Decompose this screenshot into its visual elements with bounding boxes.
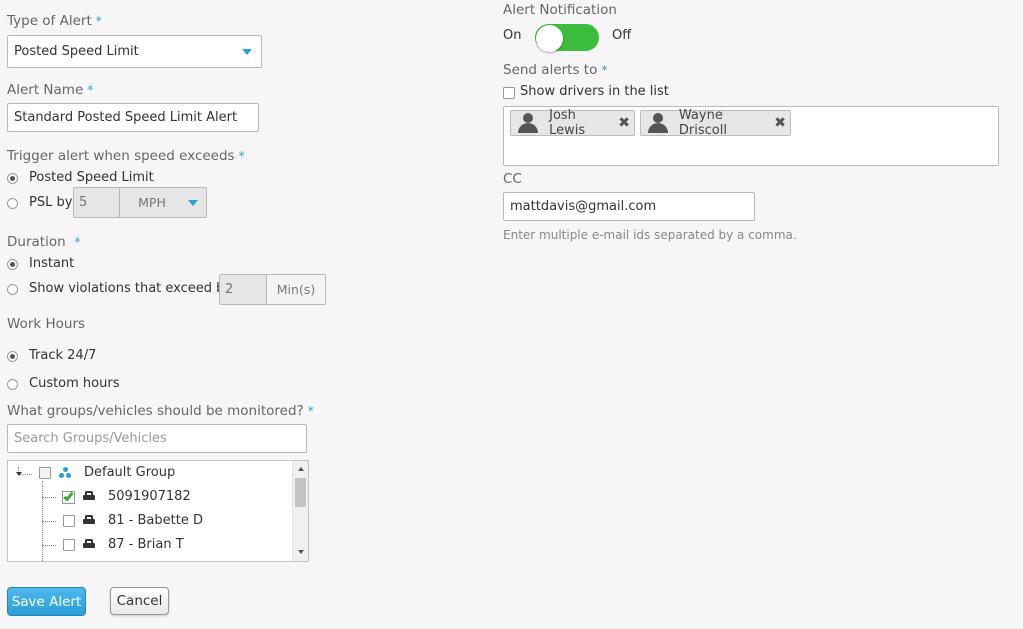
required-mark: * [307,404,314,418]
radio-posted-speed-limit-label: Posted Speed Limit [29,170,154,185]
required-mark: * [601,63,608,77]
person-icon [645,113,669,133]
exceed-unit: Min(s) [267,275,325,304]
alert-name-input[interactable]: Standard Posted Speed Limit Alert [7,103,259,132]
tree-connector [42,545,56,546]
trigger-label: Trigger alert when speed exceeds * [7,148,245,164]
recipients-box[interactable]: Josh Lewis ✖ Wayne Driscoll ✖ [503,106,999,166]
search-groups-input[interactable]: Search Groups/Vehicles [7,424,307,453]
radio-custom-hours[interactable] [7,379,18,390]
tree-connector [42,497,56,498]
remove-recipient-icon[interactable]: ✖ [774,115,786,131]
work-hours-label: Work Hours [7,316,86,332]
save-alert-button[interactable]: Save Alert [7,587,86,616]
radio-custom-hours-label: Custom hours [29,376,120,391]
group-checkbox[interactable] [39,467,51,479]
required-mark: * [95,14,102,28]
required-mark: * [74,235,81,249]
type-of-alert-value: Posted Speed Limit [14,44,139,59]
check-icon [63,490,74,502]
duration-label: Duration * [7,234,81,250]
radio-track-24-7[interactable] [7,351,18,362]
psl-unit-select[interactable]: MPH [120,188,206,217]
exceed-by-group: 2 Min(s) [219,274,326,305]
toggle-off-label: Off [612,28,632,43]
toggle-on-label: On [503,28,522,43]
recipient-name: Josh Lewis [549,108,586,138]
car-icon [83,539,95,549]
person-icon [515,113,539,133]
vehicle-checkbox[interactable] [63,515,75,527]
remove-recipient-icon[interactable]: ✖ [618,115,630,131]
send-alerts-to-label: Send alerts to * [503,62,608,78]
radio-track-24-7-label: Track 24/7 [29,348,97,363]
radio-instant[interactable] [7,259,18,270]
show-drivers-label: Show drivers in the list [520,84,669,99]
radio-psl-by-label: PSL by [29,195,73,210]
radio-posted-speed-limit[interactable] [7,173,18,184]
groups-label: What groups/vehicles should be monitored… [7,403,314,419]
vehicle-checkbox-checked[interactable] [62,490,75,504]
vehicle-checkbox[interactable] [63,539,75,551]
chevron-down-icon [242,49,252,55]
group-icon [59,467,73,479]
radio-show-violations[interactable] [7,284,18,295]
exceed-value-input[interactable]: 2 [220,275,267,304]
car-icon [83,491,95,501]
radio-dot [10,354,15,359]
radio-instant-label: Instant [29,256,75,271]
recipient-tag: Josh Lewis ✖ [510,108,635,138]
radio-show-violations-label: Show violations that exceed by [29,281,233,296]
chevron-down-icon [188,200,198,206]
cc-hint: Enter multiple e-mail ids separated by a… [503,228,797,242]
required-mark: * [238,149,245,163]
alert-name-label: Alert Name * [7,82,94,98]
radio-dot [10,262,15,267]
scroll-down-icon[interactable] [298,550,304,554]
required-mark: * [87,83,94,97]
type-of-alert-label: Type of Alert * [7,13,102,29]
groups-tree: Default Group 5091907182 81 - Babette D … [7,460,309,562]
cancel-button[interactable]: Cancel [110,587,169,615]
vehicle-label: 87 - Brian T [108,537,184,552]
type-of-alert-select[interactable]: Posted Speed Limit [7,35,262,68]
scroll-thumb[interactable] [295,478,306,507]
notification-toggle[interactable] [535,24,599,52]
recipient-name: Wayne Driscoll [678,108,727,138]
vehicle-label: 81 - Babette D [108,513,203,528]
radio-psl-by[interactable] [7,198,18,209]
car-icon [83,515,95,525]
group-name: Default Group [84,465,176,480]
vehicle-label: 5091907182 [108,489,191,504]
show-drivers-checkbox[interactable] [503,87,515,99]
psl-unit-value: MPH [138,195,166,210]
psl-by-group: 5 MPH [73,187,207,218]
cc-input[interactable]: mattdavis@gmail.com [503,192,755,221]
tree-connector [42,521,56,522]
cc-label: CC [503,171,522,187]
tree-scrollbar[interactable] [292,461,308,561]
radio-dot [10,176,15,181]
tree-toggle-icon[interactable] [16,472,22,476]
alert-notification-label: Alert Notification [503,2,617,18]
toggle-knob [536,25,563,52]
recipient-tag: Wayne Driscoll ✖ [640,108,791,138]
scroll-up-icon[interactable] [298,467,304,471]
psl-value-input[interactable]: 5 [74,188,120,217]
